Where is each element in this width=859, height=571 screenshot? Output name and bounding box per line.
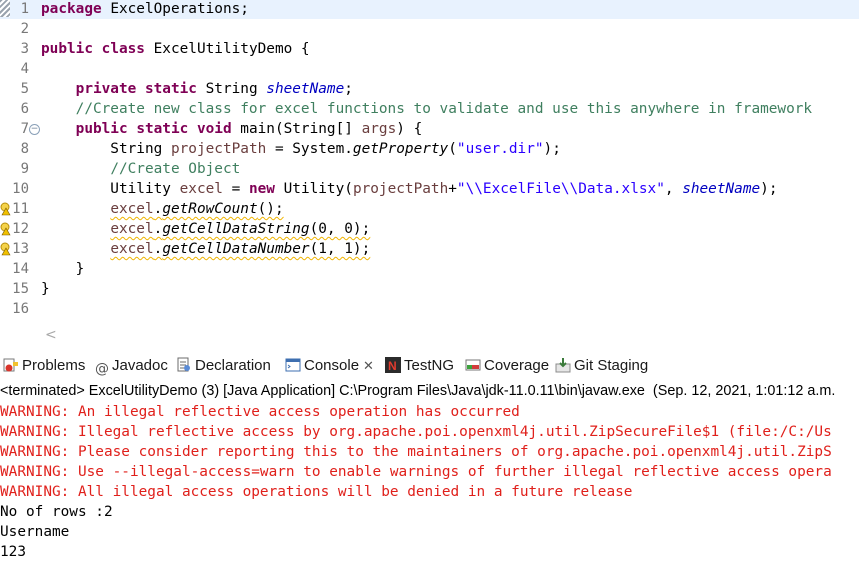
editor-horizontal-scrollbar[interactable]: < bbox=[41, 326, 859, 344]
svg-text:N: N bbox=[388, 359, 397, 373]
problems-icon bbox=[3, 357, 22, 374]
console-status-line: <terminated> ExcelUtilityDemo (3) [Java … bbox=[0, 383, 836, 399]
line-number: 4 bbox=[20, 61, 29, 77]
scroll-left-arrow-icon[interactable]: < bbox=[45, 326, 57, 344]
tab-label: Problems bbox=[22, 357, 86, 374]
line-number: 6 bbox=[20, 101, 29, 117]
tab-coverage[interactable]: Coverage bbox=[465, 352, 549, 379]
declaration-icon bbox=[176, 357, 195, 374]
line-number: 8 bbox=[20, 141, 29, 157]
tab-testng[interactable]: N TestNG bbox=[385, 352, 454, 379]
testng-icon: N bbox=[385, 357, 404, 374]
tab-console[interactable]: Console ✕ bbox=[285, 352, 374, 379]
bottom-panel-tab-bar: Problems @ Javadoc Declaration Console ✕ N Test… bbox=[0, 352, 859, 379]
line-number: 10 bbox=[12, 181, 29, 197]
tab-problems[interactable]: Problems bbox=[3, 352, 85, 379]
line-number: 15 bbox=[12, 281, 29, 297]
warning-lightbulb-icon[interactable] bbox=[0, 242, 11, 256]
code-line[interactable]: 2 bbox=[0, 19, 859, 39]
at-sign-icon: @ bbox=[95, 361, 109, 377]
bookmark-marker-icon bbox=[0, 0, 10, 17]
code-line[interactable]: 5 private static String sheetName; bbox=[0, 79, 859, 99]
console-error-line: WARNING: An illegal reflective access op… bbox=[0, 404, 520, 420]
console-error-line: WARNING: All illegal access operations w… bbox=[0, 484, 633, 500]
tab-label: Javadoc bbox=[112, 357, 168, 374]
code-text[interactable]: excel.getCellDataString(0, 0); bbox=[41, 219, 370, 239]
code-text[interactable]: } bbox=[41, 259, 85, 279]
tab-label: Console bbox=[304, 357, 360, 374]
code-text[interactable]: Utility excel = new Utility(projectPath+… bbox=[41, 179, 777, 199]
code-line[interactable]: 1 package ExcelOperations; bbox=[0, 0, 859, 19]
code-text[interactable]: package ExcelOperations; bbox=[41, 0, 249, 19]
line-number: 14 bbox=[12, 261, 29, 277]
code-line[interactable]: 13 excel.getCellDataNumber(1, 1); bbox=[0, 239, 859, 259]
coverage-icon bbox=[465, 357, 484, 374]
code-line[interactable]: 3 public class ExcelUtilityDemo { bbox=[0, 39, 859, 59]
tab-git-staging[interactable]: Git Staging bbox=[555, 352, 648, 379]
code-line[interactable]: 7− public static void main(String[] args… bbox=[0, 119, 859, 139]
code-text[interactable]: //Create new class for excel functions t… bbox=[41, 99, 812, 119]
code-line[interactable]: 14 } bbox=[0, 259, 859, 279]
console-error-line: WARNING: Please consider reporting this … bbox=[0, 444, 832, 460]
code-text[interactable]: public static void main(String[] args) { bbox=[41, 119, 423, 139]
code-text[interactable]: private static String sheetName; bbox=[41, 79, 353, 99]
line-number: 7 bbox=[20, 121, 29, 137]
tab-declaration[interactable]: Declaration bbox=[176, 352, 271, 379]
line-number: 9 bbox=[20, 161, 29, 177]
console-output-line: Username bbox=[0, 524, 70, 540]
fold-collapse-icon[interactable]: − bbox=[29, 124, 40, 135]
console-output-line: 123 bbox=[0, 544, 26, 560]
line-number: 2 bbox=[20, 21, 29, 37]
code-line[interactable]: 4 bbox=[0, 59, 859, 79]
console-output-line: No of rows :2 bbox=[0, 504, 113, 520]
console-icon bbox=[285, 357, 304, 374]
code-line[interactable]: 11 excel.getRowCount(); bbox=[0, 199, 859, 219]
line-number: 5 bbox=[20, 81, 29, 97]
code-line[interactable]: 9 //Create Object bbox=[0, 159, 859, 179]
code-line[interactable]: 15} bbox=[0, 279, 859, 299]
code-text[interactable]: excel.getCellDataNumber(1, 1); bbox=[41, 239, 370, 259]
warning-lightbulb-icon[interactable] bbox=[0, 222, 11, 236]
code-text[interactable]: public class ExcelUtilityDemo { bbox=[41, 39, 310, 59]
console-error-line: WARNING: Use --illegal-access=warn to en… bbox=[0, 464, 832, 480]
code-line[interactable]: 12 excel.getCellDataString(0, 0); bbox=[0, 219, 859, 239]
line-number: 3 bbox=[20, 41, 29, 57]
tab-label: TestNG bbox=[404, 357, 455, 374]
git-staging-icon bbox=[555, 357, 574, 374]
code-text[interactable]: //Create Object bbox=[41, 159, 240, 179]
tab-label: Coverage bbox=[484, 357, 550, 374]
code-text[interactable]: excel.getRowCount(); bbox=[41, 199, 283, 219]
line-number: 16 bbox=[12, 301, 29, 317]
console-error-line: WARNING: Illegal reflective access by or… bbox=[0, 424, 832, 440]
code-line[interactable]: 16 bbox=[0, 299, 859, 319]
tab-label: Git Staging bbox=[574, 357, 649, 374]
code-line[interactable]: 10 Utility excel = new Utility(projectPa… bbox=[0, 179, 859, 199]
tab-javadoc[interactable]: @ Javadoc bbox=[95, 352, 168, 379]
code-editor[interactable]: 1 package ExcelOperations; 2 3 public class … bbox=[0, 0, 859, 320]
code-text[interactable]: String projectPath = System.getProperty(… bbox=[41, 139, 561, 159]
warning-lightbulb-icon[interactable] bbox=[0, 202, 11, 216]
code-line[interactable]: 6 //Create new class for excel functions… bbox=[0, 99, 859, 119]
console-output[interactable]: WARNING: An illegal reflective access op… bbox=[0, 402, 859, 562]
tab-label: Declaration bbox=[195, 357, 271, 374]
code-text[interactable]: } bbox=[41, 279, 50, 299]
close-tab-icon[interactable]: ✕ bbox=[363, 358, 374, 373]
code-line[interactable]: 8 String projectPath = System.getPropert… bbox=[0, 139, 859, 159]
